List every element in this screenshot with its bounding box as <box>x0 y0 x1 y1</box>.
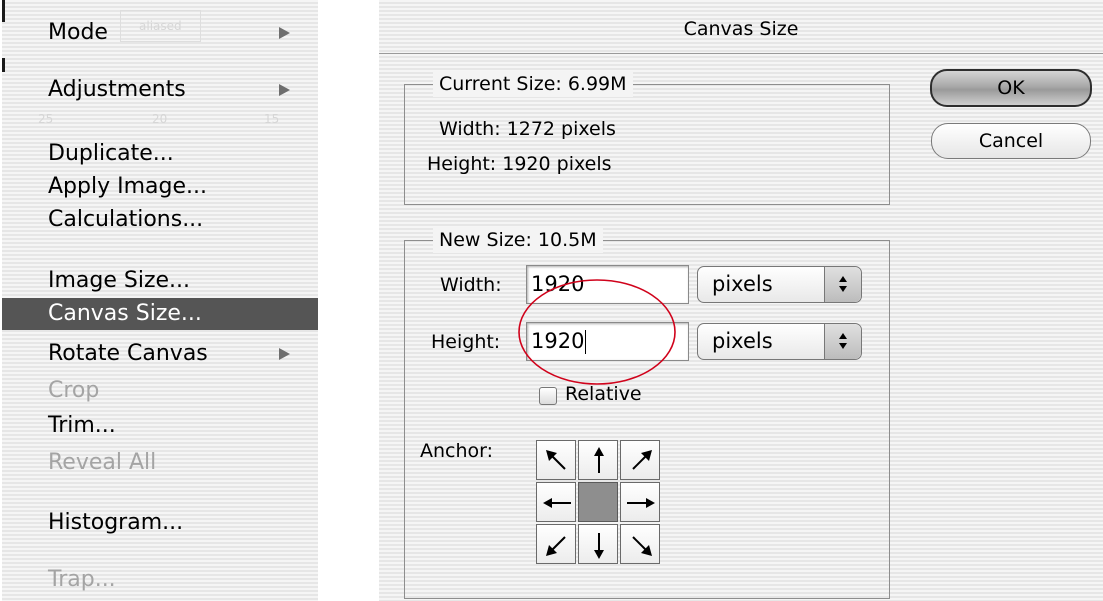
arrow-down-right-icon[interactable] <box>620 524 660 564</box>
menu-item-apply-image[interactable]: Apply Image... <box>2 170 318 204</box>
current-size-legend: Current Size: 6.99M <box>433 71 633 97</box>
arrow-up-left-icon[interactable] <box>536 440 576 480</box>
arrow-down-left-icon[interactable] <box>536 524 576 564</box>
arrow-right-icon[interactable] <box>620 482 660 522</box>
menu-item-trap: Trap... <box>2 563 318 597</box>
new-size-legend: New Size: 10.5M <box>433 227 603 253</box>
ruler-label: 25 <box>38 112 54 126</box>
ruler-label: 15 <box>264 112 280 126</box>
menu-item-label: Trap... <box>48 567 116 592</box>
menu-item-canvas-size[interactable]: Canvas Size... <box>2 298 318 330</box>
current-width-text: Width: 1272 pixels <box>439 118 616 140</box>
menu-item-label: Rotate Canvas <box>48 341 208 366</box>
relative-checkbox[interactable] <box>539 387 557 405</box>
arrow-up-right-icon[interactable] <box>620 440 660 480</box>
anchor-grid <box>536 440 662 566</box>
cancel-button[interactable]: Cancel <box>931 123 1091 159</box>
height-unit-value: pixels <box>712 329 773 353</box>
menu-item-duplicate[interactable]: Duplicate... <box>2 137 318 171</box>
menu-item-label: Canvas Size... <box>48 301 202 326</box>
menu-item-mode[interactable]: Mode <box>2 16 318 50</box>
menu-edge-mark <box>2 58 5 72</box>
canvas-size-dialog: Canvas Size Current Size: 6.99M Width: 1… <box>372 0 1103 601</box>
arrow-left-icon[interactable] <box>536 482 576 522</box>
current-size-group: Current Size: 6.99M Width: 1272 pixels H… <box>404 71 890 205</box>
menu-item-histogram[interactable]: Histogram... <box>2 506 318 540</box>
width-unit-select[interactable]: pixels <box>697 266 862 303</box>
menu-item-label: Trim... <box>48 413 116 438</box>
menu-item-label: Calculations... <box>48 207 204 232</box>
menu-item-label: Crop <box>48 378 100 403</box>
submenu-arrow-icon <box>279 84 290 96</box>
anchor-center-cell[interactable] <box>578 482 618 522</box>
width-unit-value: pixels <box>712 272 773 296</box>
new-width-label: Width: <box>440 274 502 296</box>
anchor-label: Anchor: <box>420 440 494 462</box>
arrow-up-icon[interactable] <box>578 440 618 480</box>
image-menu: aliased 25 20 15 Mode Adjustments Duplic… <box>2 0 318 601</box>
current-height-text: Height: 1920 pixels <box>427 153 612 175</box>
submenu-arrow-icon <box>279 348 290 360</box>
menu-item-label: Image Size... <box>48 268 191 293</box>
menu-item-label: Apply Image... <box>48 174 207 199</box>
menu-item-crop: Crop <box>2 374 318 408</box>
dialog-body: Current Size: 6.99M Width: 1272 pixels H… <box>379 54 1103 601</box>
menu-item-rotate-canvas[interactable]: Rotate Canvas <box>2 337 318 371</box>
height-unit-select[interactable]: pixels <box>697 323 862 360</box>
menu-item-label: Adjustments <box>48 77 186 102</box>
menu-item-label: Reveal All <box>48 450 157 475</box>
ruler-label: 20 <box>152 112 168 126</box>
ok-button[interactable]: OK <box>930 69 1092 107</box>
popup-stepper-icon <box>824 324 861 359</box>
menu-item-label: Histogram... <box>48 510 184 535</box>
submenu-arrow-icon <box>279 27 290 39</box>
menu-item-label: Duplicate... <box>48 141 174 166</box>
menu-item-calculations[interactable]: Calculations... <box>2 203 318 237</box>
menu-item-label: Mode <box>48 20 108 45</box>
menu-item-reveal-all: Reveal All <box>2 446 318 480</box>
menu-item-trim[interactable]: Trim... <box>2 409 318 443</box>
dialog-titlebar[interactable]: Canvas Size <box>379 0 1103 54</box>
popup-stepper-icon <box>824 267 861 302</box>
menu-item-adjustments[interactable]: Adjustments <box>2 73 318 107</box>
background-ruler: 25 20 15 <box>2 112 318 130</box>
arrow-down-icon[interactable] <box>578 524 618 564</box>
red-annotation-ellipse <box>518 279 676 385</box>
new-height-label: Height: <box>431 331 501 353</box>
dialog-title: Canvas Size <box>683 18 799 40</box>
menu-item-image-size[interactable]: Image Size... <box>2 264 318 298</box>
